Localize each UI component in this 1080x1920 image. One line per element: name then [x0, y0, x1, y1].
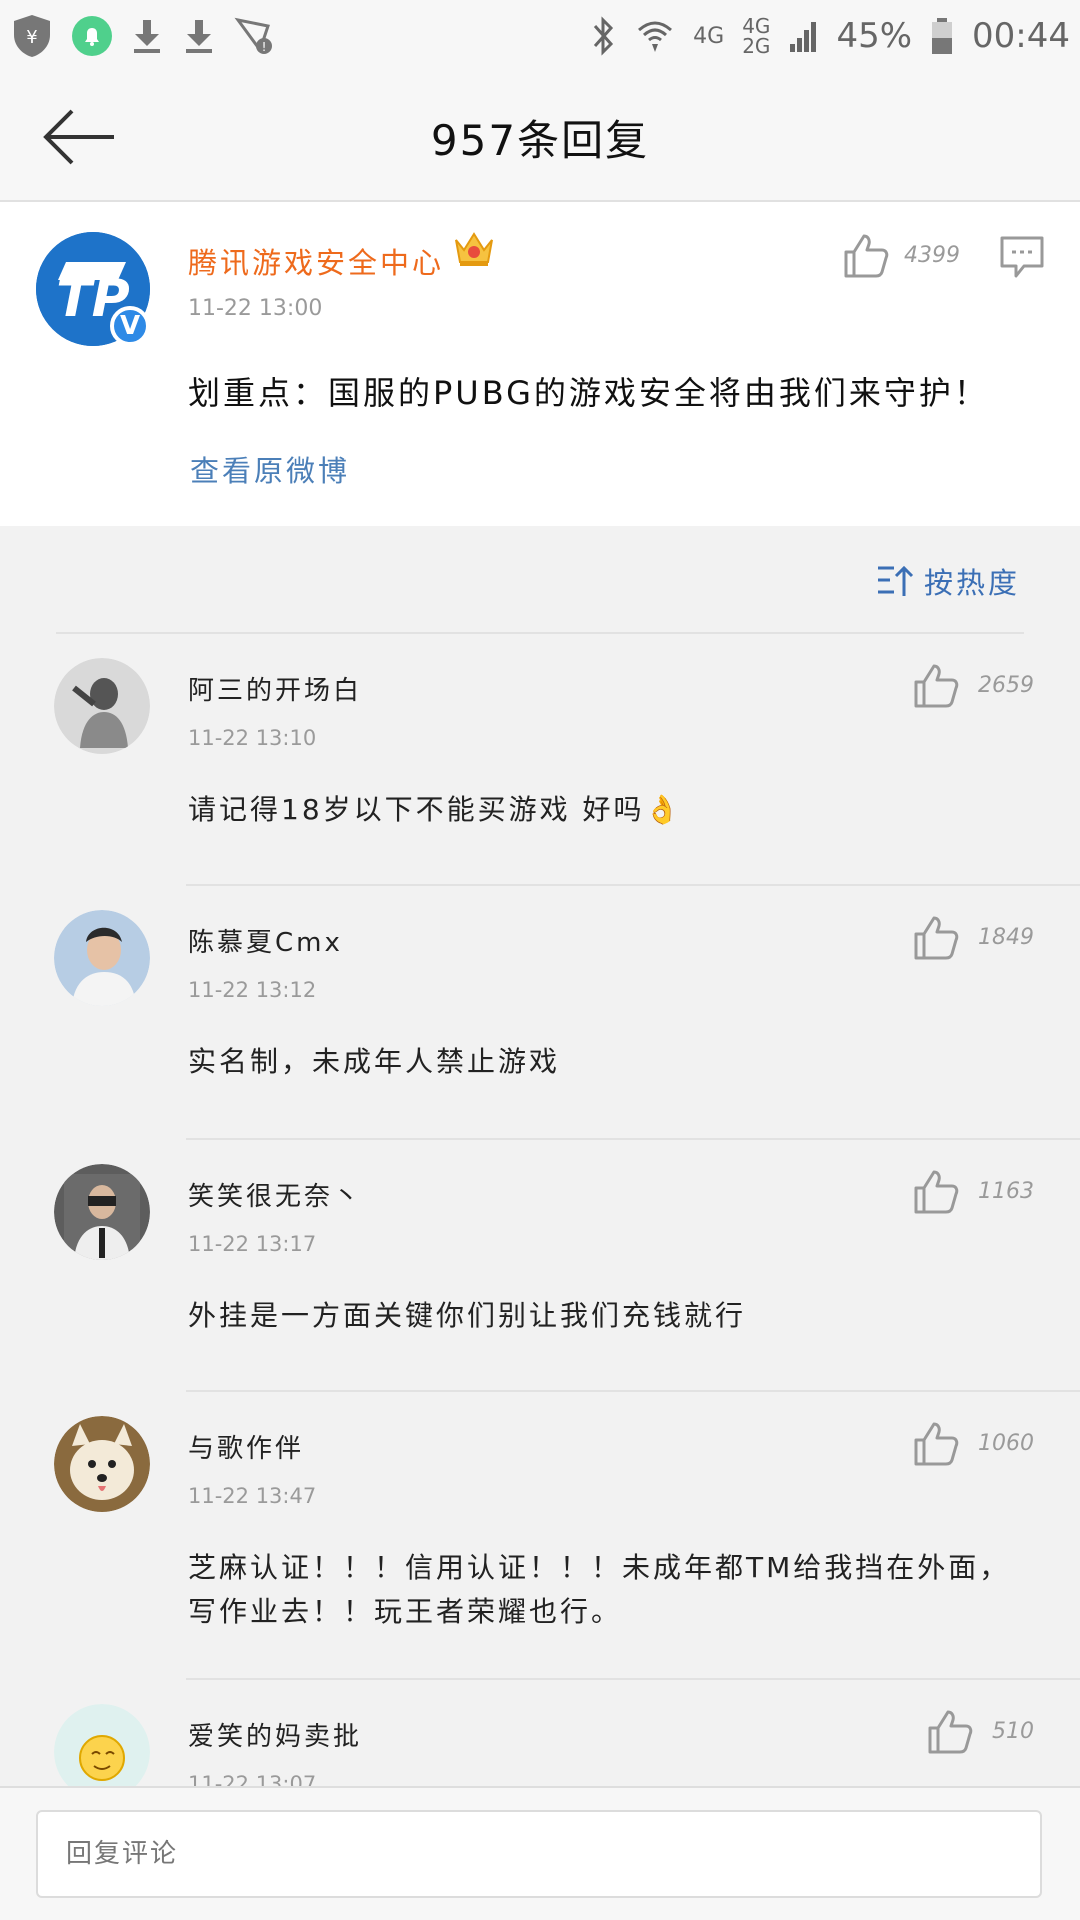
battery-percent: 45% — [836, 16, 913, 56]
comment-time: 11-22 13:07 — [188, 1772, 317, 1786]
reply-input[interactable] — [36, 1810, 1042, 1898]
download-icon — [130, 18, 164, 54]
thumbs-up-icon — [928, 1710, 973, 1754]
post-like-button[interactable]: 4399 — [842, 232, 960, 278]
wifi-icon — [635, 16, 675, 56]
svg-text:¥: ¥ — [26, 27, 37, 48]
like-count: 2659 — [978, 672, 1034, 698]
clock: 00:44 — [972, 16, 1070, 56]
crown-icon — [452, 228, 496, 272]
comment-author[interactable]: 爱笑的妈卖批 — [188, 1716, 362, 1753]
like-count: 510 — [992, 1718, 1034, 1744]
comment-item: 陈慕夏Cmx 11-22 13:12 1849 实名制，未成年人禁止游戏 — [0, 886, 1080, 1140]
verified-badge-icon: V — [110, 306, 150, 346]
like-count: 4399 — [904, 242, 960, 268]
battery-icon — [930, 16, 954, 56]
like-count: 1849 — [978, 924, 1034, 950]
bluetooth-icon — [589, 16, 617, 56]
post-author[interactable]: 腾讯游戏安全中心 — [188, 240, 444, 282]
comment-text: 芝麻认证！！！信用认证！！！未成年都TM给我挡在外面，写作业去！！玩王者荣耀也行… — [188, 1551, 1011, 1628]
comment-time: 11-22 13:12 — [188, 978, 317, 1002]
sort-label: 按热度 — [923, 566, 1020, 600]
shield-yen-icon: ¥ — [10, 13, 54, 59]
comment-icon[interactable] — [1000, 236, 1044, 282]
thumbs-up-icon — [914, 1170, 959, 1214]
comment-author[interactable]: 与歌作伴 — [188, 1428, 304, 1465]
original-post: TP V 腾讯游戏安全中心 11-22 13:00 4399 划重点：国服的PU… — [0, 202, 1080, 526]
like-count: 1060 — [978, 1430, 1034, 1456]
comment-like-button[interactable]: 1060 — [912, 1420, 1034, 1466]
comment-time: 11-22 13:47 — [188, 1484, 317, 1508]
avatar[interactable]: TP V — [36, 232, 150, 346]
comment-text: 外挂是一方面关键你们别让我们充钱就行 — [188, 1299, 747, 1332]
avatar[interactable] — [54, 910, 150, 1006]
comment-item: 爱笑的妈卖批 11-22 13:07 510 — [0, 1680, 1080, 1786]
network-type-2: 4G 2G — [742, 14, 771, 58]
comment-text: 实名制，未成年人禁止游戏 — [188, 1045, 561, 1078]
comment-like-button[interactable]: 1163 — [912, 1168, 1034, 1214]
network-type-1: 4G — [693, 23, 725, 49]
page-title: 957条回复 — [430, 115, 650, 165]
comment-item: 阿三的开场白 11-22 13:10 2659 请记得18岁以下不能买游戏 好吗… — [0, 634, 1080, 886]
comment-text: 请记得18岁以下不能买游戏 好吗👌 — [188, 793, 683, 826]
view-original-link[interactable]: 查看原微博 — [190, 448, 350, 490]
thumbs-up-icon — [914, 1422, 959, 1466]
comment-author[interactable]: 陈慕夏Cmx — [188, 922, 343, 959]
comment-like-button[interactable]: 1849 — [912, 914, 1034, 960]
post-content: 划重点：国服的PUBG的游戏安全将由我们来守护！ — [188, 374, 989, 412]
post-time: 11-22 13:00 — [188, 296, 323, 321]
like-count: 1163 — [978, 1178, 1034, 1204]
comment-item: 笑笑很无奈丶 11-22 13:17 1163 外挂是一方面关键你们别让我们充钱… — [0, 1140, 1080, 1392]
thumbs-up-icon — [844, 234, 889, 278]
signal-icon — [788, 18, 818, 54]
comment-time: 11-22 13:17 — [188, 1232, 317, 1256]
thumbs-up-icon — [914, 664, 959, 708]
comment-item: 与歌作伴 11-22 13:47 1060 芝麻认证！！！信用认证！！！未成年都… — [0, 1392, 1080, 1680]
sort-bar: 按热度 — [56, 540, 1024, 634]
sort-icon — [877, 565, 914, 596]
avatar[interactable] — [54, 1164, 150, 1260]
notification-bell-icon — [72, 16, 112, 56]
sort-by-hot-button[interactable]: 按热度 — [876, 560, 1020, 602]
status-bar: ¥ ! 4G 4G 2G 45% 00:44 — [0, 0, 1080, 72]
reply-bar — [0, 1786, 1080, 1920]
avatar[interactable] — [54, 1704, 150, 1786]
comment-like-button[interactable]: 510 — [926, 1708, 1034, 1754]
comment-author[interactable]: 笑笑很无奈丶 — [188, 1176, 362, 1213]
svg-text:!: ! — [262, 40, 267, 54]
avatar[interactable] — [54, 1416, 150, 1512]
comment-author[interactable]: 阿三的开场白 — [188, 670, 362, 707]
thumbs-up-icon — [914, 916, 959, 960]
comment-time: 11-22 13:10 — [188, 726, 317, 750]
avatar[interactable] — [54, 658, 150, 754]
comment-like-button[interactable]: 2659 — [912, 662, 1034, 708]
header-bar: 957条回复 — [0, 72, 1080, 202]
download-icon-2 — [182, 18, 216, 54]
security-alert-icon: ! — [234, 16, 274, 56]
